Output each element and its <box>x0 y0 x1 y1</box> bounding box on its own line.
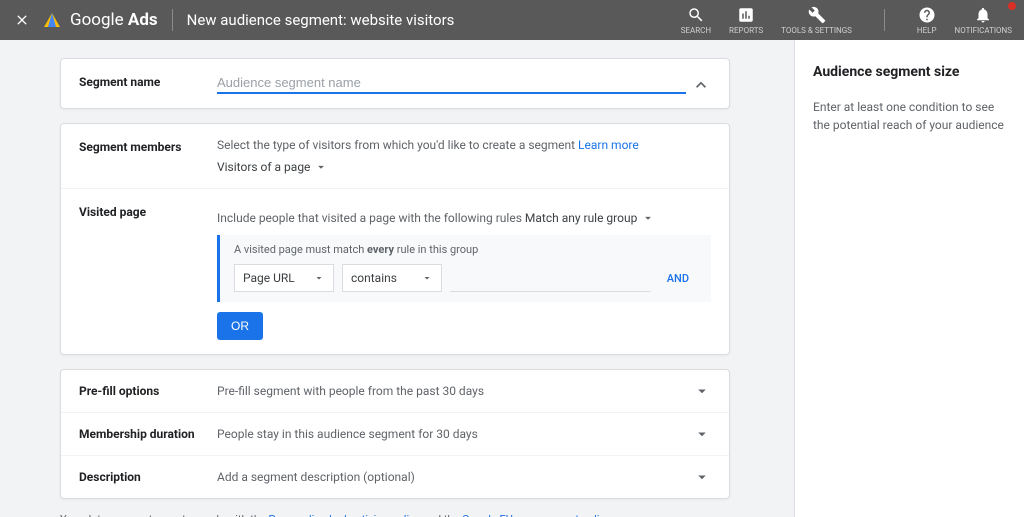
chevron-down-icon <box>693 425 711 443</box>
policy-link-2[interactable]: Google EU user consent policy <box>462 513 610 517</box>
chevron-down-icon <box>693 468 711 486</box>
learn-more-link[interactable]: Learn more <box>578 138 639 152</box>
segment-members-label: Segment members <box>79 138 217 174</box>
notifications-icon[interactable]: NOTIFICATIONS <box>955 6 1012 35</box>
main-content: Segment name Segment members Select the … <box>0 40 794 517</box>
and-button[interactable]: AND <box>659 272 697 285</box>
reports-icon[interactable]: REPORTS <box>729 6 763 35</box>
visited-page-text: Include people that visited a page with … <box>217 211 522 225</box>
rule-field-select[interactable]: Page URL <box>234 264 334 292</box>
match-rule-dropdown[interactable]: Match any rule group <box>525 211 655 225</box>
membership-duration-row[interactable]: Membership duration People stay in this … <box>61 413 729 456</box>
header-actions: SEARCH REPORTS TOOLS & SETTINGS HELP NOT… <box>681 6 1012 35</box>
chevron-up-icon[interactable] <box>691 75 711 98</box>
tools-icon[interactable]: TOOLS & SETTINGS <box>781 6 852 35</box>
segment-definition-card: Segment members Select the type of visit… <box>60 123 730 355</box>
segment-name-label: Segment name <box>79 73 217 94</box>
brand-logo: Google Ads <box>44 10 158 30</box>
rule-value-input[interactable] <box>450 265 651 292</box>
rule-hint: A visited page must match every rule in … <box>220 235 711 264</box>
visited-page-label: Visited page <box>79 203 217 340</box>
close-icon[interactable] <box>12 10 32 30</box>
compliance-note: Your data segments must comply with the … <box>60 513 730 517</box>
or-button[interactable]: OR <box>217 312 263 340</box>
sidebar-text: Enter at least one condition to see the … <box>813 98 1006 134</box>
brand-text: Google Ads <box>70 10 158 30</box>
divider <box>884 9 885 31</box>
sidebar: Audience segment size Enter at least one… <box>794 40 1024 517</box>
policy-link-1[interactable]: Personalized advertising policy <box>269 513 421 517</box>
visitor-type-dropdown[interactable]: Visitors of a page <box>217 160 328 174</box>
prefill-row[interactable]: Pre-fill options Pre-fill segment with p… <box>61 370 729 413</box>
page-title: New audience segment: website visitors <box>187 11 455 29</box>
rule-operator-select[interactable]: contains <box>342 264 442 292</box>
description-row[interactable]: Description Add a segment description (o… <box>61 456 729 498</box>
collapsed-options-card: Pre-fill options Pre-fill segment with p… <box>60 369 730 499</box>
sidebar-title: Audience segment size <box>813 64 1006 80</box>
segment-members-text: Select the type of visitors from which y… <box>217 138 578 152</box>
segment-name-input[interactable] <box>217 73 686 94</box>
app-header: Google Ads New audience segment: website… <box>0 0 1024 40</box>
rule-group: A visited page must match every rule in … <box>217 235 711 302</box>
divider <box>172 9 173 31</box>
notification-badge <box>1008 2 1016 10</box>
help-icon[interactable]: HELP <box>917 6 937 35</box>
search-icon[interactable]: SEARCH <box>681 6 711 35</box>
chevron-down-icon <box>693 382 711 400</box>
ads-logo-icon <box>44 13 60 27</box>
segment-name-card: Segment name <box>60 58 730 109</box>
